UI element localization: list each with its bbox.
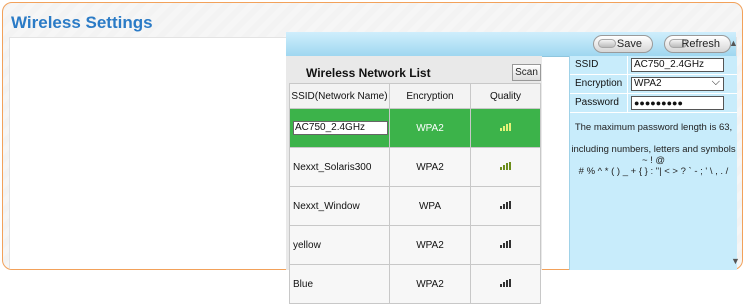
column-header-quality: Quality xyxy=(470,83,541,109)
toolbar: Save Refresh ▲ xyxy=(286,32,738,57)
wireless-form-panel: SSID AC750_2.4GHz Encryption WPA2 ⌵ Pass… xyxy=(569,56,737,270)
ssid-cell: AC750_2.4GHz xyxy=(289,108,390,148)
quality-cell xyxy=(470,225,541,265)
table-row[interactable]: AC750_2.4GHz WPA2 xyxy=(289,108,541,148)
scan-button[interactable]: Scan xyxy=(512,64,541,81)
save-label: Save xyxy=(616,38,642,50)
encryption-row: Encryption WPA2 ⌵ xyxy=(570,75,737,94)
signal-icon xyxy=(499,200,512,209)
password-hint-line-2: including numbers, letters and symbols ~… xyxy=(571,144,736,166)
table-row[interactable]: yellow WPA2 xyxy=(289,225,541,265)
encryption-cell: WPA2 xyxy=(389,225,471,265)
signal-strong-icon xyxy=(499,161,512,170)
password-input[interactable]: ●●●●●●●●● xyxy=(631,96,724,110)
quality-cell xyxy=(470,147,541,187)
wireless-network-list: Wireless Network List Scan SSID(Network … xyxy=(286,56,542,304)
chevron-down-icon: ⌵ xyxy=(711,76,720,88)
refresh-label: Refresh xyxy=(681,38,720,50)
ssid-cell: Nexxt_Window xyxy=(289,186,390,226)
ssid-cell: yellow xyxy=(289,225,390,265)
encryption-cell: WPA2 xyxy=(389,264,471,304)
scroll-down-icon[interactable]: ▼ xyxy=(731,256,740,266)
ssid-row: SSID AC750_2.4GHz xyxy=(570,56,737,75)
password-hint-line-3: # % ^ * ( ) _ + { } : "| < > ? ` - ; ' \… xyxy=(578,166,729,177)
save-button[interactable]: Save xyxy=(593,35,653,53)
column-header-ssid: SSID(Network Name) xyxy=(289,83,390,109)
signal-icon xyxy=(499,278,512,287)
password-label: Password xyxy=(575,97,619,108)
encryption-cell: WPA xyxy=(389,186,471,226)
table-row[interactable]: Blue WPA2 xyxy=(289,264,541,304)
ssid-cell: Nexxt_Solaris300 xyxy=(289,147,390,187)
password-hint-line-1: The maximum password length is 63, xyxy=(574,122,733,133)
network-table: SSID(Network Name) Encryption Quality AC… xyxy=(289,83,541,304)
refresh-button[interactable]: Refresh xyxy=(664,35,731,53)
encryption-cell: WPA2 xyxy=(389,108,471,148)
encryption-label: Encryption xyxy=(575,78,623,89)
scroll-up-icon[interactable]: ▲ xyxy=(729,38,738,48)
table-header-row: SSID(Network Name) Encryption Quality xyxy=(289,83,541,109)
ssid-input[interactable]: AC750_2.4GHz xyxy=(631,58,724,72)
encryption-select[interactable]: WPA2 ⌵ xyxy=(631,76,724,91)
quality-cell xyxy=(470,108,541,148)
table-row[interactable]: Nexxt_Window WPA xyxy=(289,186,541,226)
list-title: Wireless Network List xyxy=(306,66,431,80)
column-header-encryption: Encryption xyxy=(389,83,471,109)
encryption-selected-value: WPA2 xyxy=(634,78,662,89)
signal-strong-icon xyxy=(499,122,512,131)
table-row[interactable]: Nexxt_Solaris300 WPA2 xyxy=(289,147,541,187)
ssid-edit-field[interactable]: AC750_2.4GHz xyxy=(293,121,388,135)
ssid-cell: Blue xyxy=(289,264,390,304)
signal-icon xyxy=(499,239,512,248)
encryption-cell: WPA2 xyxy=(389,147,471,187)
password-row: Password ●●●●●●●●● xyxy=(570,94,737,113)
quality-cell xyxy=(470,264,541,304)
quality-cell xyxy=(470,186,541,226)
save-icon xyxy=(598,39,616,48)
ssid-label: SSID xyxy=(575,59,599,70)
page-title: Wireless Settings xyxy=(11,13,153,32)
